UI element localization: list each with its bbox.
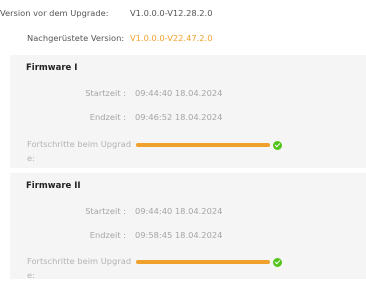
start-time-value: 09:44:40 18.04.2024: [135, 88, 223, 98]
end-time-value: 09:58:45 18.04.2024: [135, 230, 223, 240]
version-before-value: V1.0.0.0-V12.28.2.0: [130, 8, 213, 18]
start-time-label: Startzeit :: [85, 88, 126, 98]
progress-bar: [136, 143, 270, 147]
end-time-row: Endzeit : 09:46:52 18.04.2024: [10, 110, 366, 124]
upgrade-status-panel: Version vor dem Upgrade: V1.0.0.0-V12.28…: [0, 0, 366, 280]
start-time-value: 09:44:40 18.04.2024: [135, 206, 223, 216]
firmware-card-2: Firmware II Startzeit : 09:44:40 18.04.2…: [10, 173, 366, 280]
end-time-label: Endzeit :: [89, 112, 126, 122]
version-before-label: Version vor dem Upgrade:: [0, 8, 109, 18]
retrofit-version-label: Nachgerüstete Version:: [27, 33, 125, 43]
end-time-row: Endzeit : 09:58:45 18.04.2024: [10, 228, 366, 242]
progress-label: Fortschritte beim Upgrade:: [27, 256, 132, 280]
progress-bar-fill: [136, 143, 270, 147]
check-circle-icon: [273, 257, 282, 267]
start-time-row: Startzeit : 09:44:40 18.04.2024: [10, 204, 366, 218]
progress-bar-fill: [136, 260, 270, 264]
check-circle-icon: [273, 140, 282, 150]
retrofit-version-value: V1.0.0.0-V22.47.2.0: [130, 33, 213, 43]
progress-bar: [136, 260, 270, 264]
firmware-card-1: Firmware I Startzeit : 09:44:40 18.04.20…: [10, 55, 366, 168]
start-time-label: Startzeit :: [85, 206, 126, 216]
progress-label: Fortschritte beim Upgrade:: [27, 139, 132, 163]
firmware-title: Firmware II: [26, 181, 81, 191]
end-time-label: Endzeit :: [89, 230, 126, 240]
start-time-row: Startzeit : 09:44:40 18.04.2024: [10, 86, 366, 100]
firmware-title: Firmware I: [26, 63, 78, 73]
end-time-value: 09:46:52 18.04.2024: [135, 112, 223, 122]
